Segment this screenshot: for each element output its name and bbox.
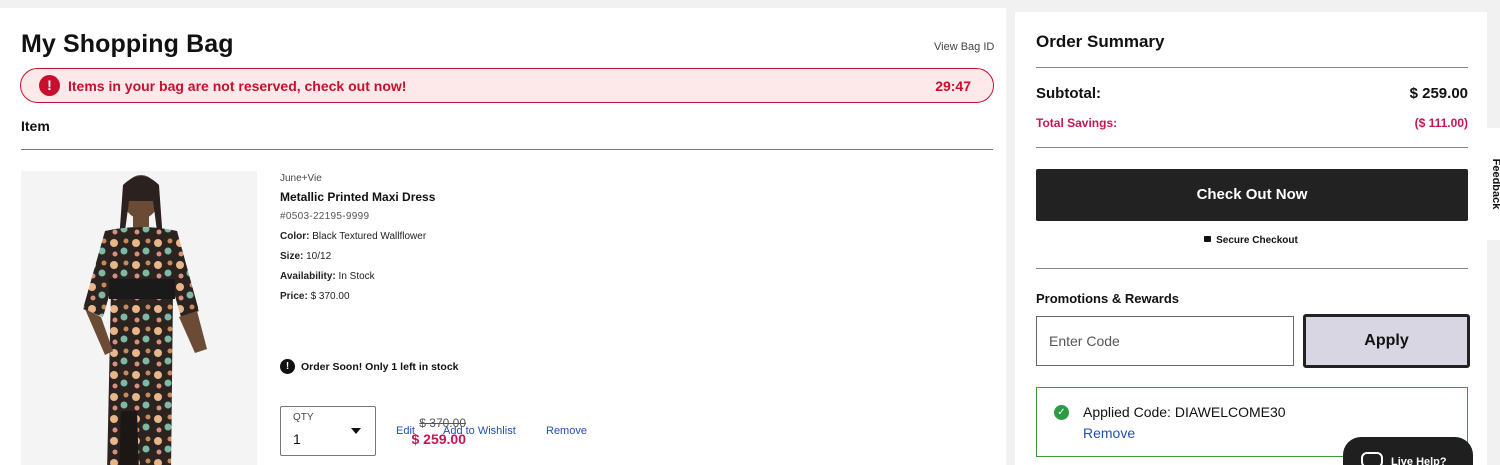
product-price: Price: $ 370.00 [280,291,435,302]
live-help-label: Live Help? [1391,456,1447,465]
live-help-button[interactable]: Live Help? [1343,437,1473,465]
low-stock-text: Order Soon! Only 1 left in stock [301,360,459,373]
alert-message: Items in your bag are not reserved, chec… [68,78,407,94]
secure-checkout-label: Secure Checkout [1216,235,1298,246]
savings-row: Total Savings: ($ 111.00) [1036,116,1468,130]
product-availability: Availability: In Stock [280,271,435,282]
alert-countdown-timer: 29:47 [935,78,971,94]
quantity-label: QTY [293,412,314,423]
color-value: Black Textured Wallflower [312,231,427,242]
size-label: Size: [280,251,304,262]
remove-item-link[interactable]: Remove [546,425,587,437]
product-color: Color: Black Textured Wallflower [280,231,435,242]
secure-checkout-note: Secure Checkout [1015,235,1487,246]
divider [21,149,993,150]
subtotal-value: $ 259.00 [1409,85,1468,102]
remove-code-link[interactable]: Remove [1083,425,1135,441]
view-bag-id-link[interactable]: View Bag ID [934,41,994,53]
page-title: My Shopping Bag [21,30,234,58]
product-sku: #0503-22195-9999 [280,211,370,222]
order-summary-panel: Order Summary Subtotal: $ 259.00 Total S… [1015,12,1487,465]
reservation-alert: ! Items in your bag are not reserved, ch… [20,68,994,103]
price-label: Price: [280,291,308,302]
product-brand: June+Vie [280,173,322,184]
promotions-title: Promotions & Rewards [1036,291,1180,306]
item-column-header: Item [21,118,50,134]
promo-code-input[interactable] [1036,316,1294,366]
divider [1036,147,1468,148]
shopping-bag-panel: My Shopping Bag View Bag ID ! Items in y… [0,8,1006,465]
low-stock-warning: ! Order Soon! Only 1 left in stock [280,359,459,374]
chat-bubble-icon [1361,452,1383,465]
product-name[interactable]: Metallic Printed Maxi Dress [280,190,435,204]
availability-label: Availability: [280,271,336,282]
product-details: June+Vie Metallic Printed Maxi Dress #05… [280,173,435,302]
divider [1036,268,1468,269]
original-price: $ 370.00 [419,416,466,430]
feedback-tab[interactable]: Feedback [1487,128,1500,240]
check-out-now-button[interactable]: Check Out Now [1036,169,1468,221]
alert-icon: ! [39,75,60,96]
feedback-label: Feedback [1490,158,1500,210]
lock-icon [1204,236,1212,242]
sale-price: $ 259.00 [411,431,467,447]
price-value: $ 370.00 [310,291,350,302]
applied-code-text: Applied Code: DIAWELCOME30 [1083,404,1286,420]
apply-code-button[interactable]: Apply [1303,314,1470,368]
divider [1036,67,1468,68]
subtotal-row: Subtotal: $ 259.00 [1036,85,1468,102]
order-summary-title: Order Summary [1036,32,1165,51]
savings-value: ($ 111.00) [1414,116,1468,130]
availability-value: In Stock [338,271,375,282]
quantity-select[interactable]: QTY 1 [280,406,376,456]
subtotal-label: Subtotal: [1036,85,1101,102]
product-image[interactable] [21,171,257,465]
page: My Shopping Bag View Bag ID ! Items in y… [0,0,1500,465]
check-circle-icon: ✓ [1054,405,1069,420]
product-size: Size: 10/12 [280,251,435,262]
savings-label: Total Savings: [1036,116,1118,130]
size-value: 10/12 [306,251,332,262]
quantity-value: 1 [293,431,301,447]
chevron-down-icon [351,428,361,434]
color-label: Color: [280,231,310,242]
warning-icon: ! [280,359,295,374]
